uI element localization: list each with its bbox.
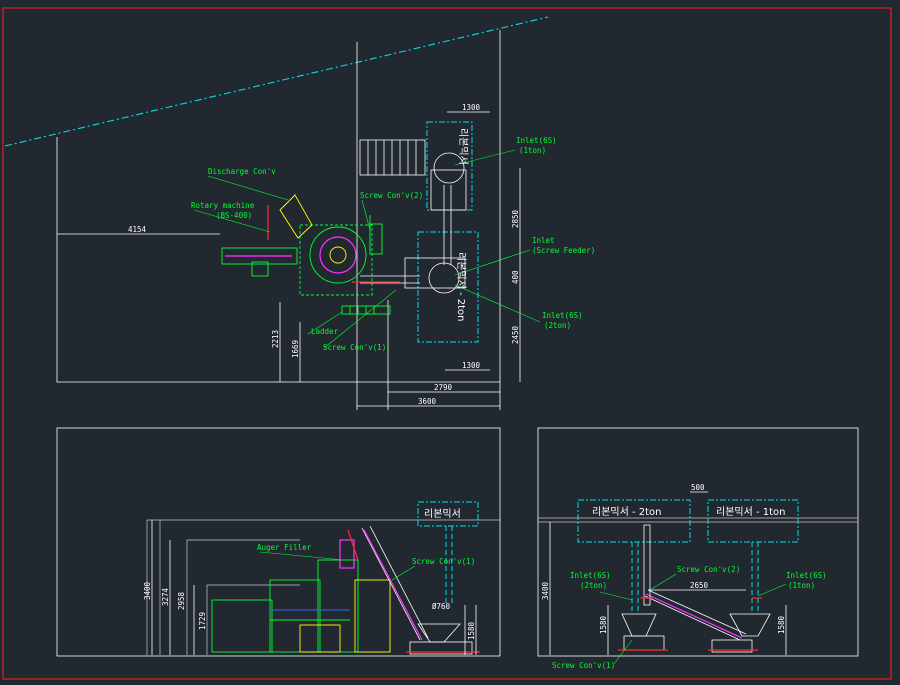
dim-2958: 2958: [177, 591, 186, 610]
front-elevation: Auger Filler Screw Con'v(1) 리본믹서 Ø760 34…: [56, 427, 501, 657]
dim-3600: 3600: [418, 397, 437, 406]
dim-3400-side: 3400: [541, 581, 550, 600]
dim-1580-side-left: 1580: [599, 615, 608, 634]
cad-drawing: Discharge Con'v Rotary machine (BS-400) …: [2, 7, 892, 680]
label-inlet-screw-feeder: Inlet: [532, 236, 555, 245]
label-inlet-6s-2ton: Inlet(6S): [542, 311, 583, 320]
dim-1729: 1729: [198, 612, 207, 630]
ladder-plan: [341, 305, 391, 315]
dim-400: 400: [511, 270, 520, 284]
stairs: [359, 139, 426, 176]
plan-dimension-lines: [57, 111, 521, 410]
dim-500: 500: [691, 483, 705, 492]
dim-1580-side-right: 1580: [777, 615, 786, 634]
cad-drawing-canvas: Discharge Con'v Rotary machine (BS-400) …: [0, 0, 900, 685]
dim-1300-top: 1300: [462, 103, 481, 112]
front-frame: [56, 427, 501, 657]
dim-4154: 4154: [128, 225, 147, 234]
label-screw-conveyor-2-plan: Screw Con'v(2): [360, 191, 423, 200]
screw-conveyor-plan: [352, 275, 420, 284]
dim-2213: 2213: [271, 330, 280, 348]
label-mixer-2ton-plan: 리본믹서 - 2ton: [455, 252, 467, 322]
label-screw-conveyor-1-side: Screw Con'v(1): [552, 661, 615, 670]
label-mixer-1ton-plan: 리본믹서: [457, 128, 469, 165]
plan-mixer-2ton-outline: [417, 231, 479, 343]
dim-2850: 2850: [511, 209, 520, 228]
rotary-machine-plan: [221, 194, 383, 296]
label-discharge-conveyor: Discharge Con'v: [208, 167, 276, 176]
label-inlet-6s-2ton-sub: (2ton): [544, 321, 571, 330]
plan-leader-lines: [193, 149, 541, 349]
dim-2450: 2450: [511, 325, 520, 344]
label-inlet-6s-1ton-sub: (1ton): [519, 146, 546, 155]
label-screw-conveyor-1-front: Screw Con'v(1): [412, 557, 475, 566]
label-auger-filler: Auger Filler: [257, 543, 312, 552]
dim-1300-bottom: 1300: [462, 361, 481, 370]
label-rotary-model: (BS-400): [216, 211, 252, 220]
dim-3274: 3274: [161, 587, 170, 606]
plan-wall-left: [56, 137, 357, 383]
label-inlet-6s-1ton: Inlet(6S): [516, 136, 557, 145]
dim-2650: 2650: [690, 581, 709, 590]
dim-3400-front: 3400: [143, 581, 152, 600]
side-elevation: 리본믹서 - 2ton 리본믹서 - 1ton 500 Inlet(6S) (2…: [537, 427, 859, 670]
label-mixer-2ton-side: 리본믹서 - 2ton: [592, 506, 662, 518]
label-mixer-1ton-side: 리본믹서 - 1ton: [716, 506, 786, 518]
dim-1669: 1669: [291, 340, 300, 358]
label-inlet-6s-1ton-side: Inlet(6S): [786, 571, 827, 580]
plan-hopper-2ton: [428, 262, 460, 294]
dim-1580-front: 1580: [467, 621, 476, 640]
label-mixer-front: 리본믹서: [424, 508, 461, 520]
roof-line: [4, 16, 549, 147]
dim-2790: 2790: [434, 383, 453, 392]
screw-conveyor-front: [361, 525, 480, 655]
label-phi-760: Ø760: [432, 602, 451, 611]
label-inlet-6s-2ton-side: Inlet(6S): [570, 571, 611, 580]
label-screw-conveyor-1-plan: Screw Con'v(1): [323, 343, 386, 352]
label-screw-conveyor-2-side: Screw Con'v(2): [677, 565, 740, 574]
label-inlet-screw-feeder-sub: (Screw Feeder): [532, 246, 595, 255]
label-inlet-6s-2ton-side-sub: (2ton): [580, 581, 607, 590]
label-ladder: Ladder: [311, 327, 339, 336]
label-inlet-6s-1ton-side-sub: (1ton): [788, 581, 815, 590]
label-rotary-machine: Rotary machine: [191, 201, 255, 210]
plan-view: Discharge Con'v Rotary machine (BS-400) …: [4, 16, 595, 410]
